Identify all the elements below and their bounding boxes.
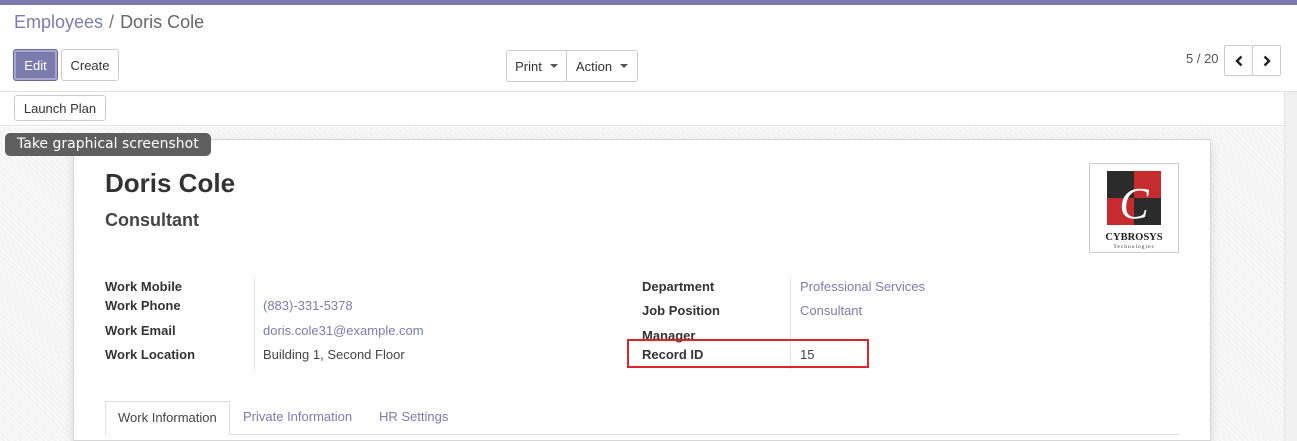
edit-button[interactable]: Edit bbox=[13, 49, 58, 81]
notebook-tabs: Work Information Private Information HR … bbox=[105, 401, 1179, 435]
job-position-link[interactable]: Consultant bbox=[800, 303, 862, 318]
screenshot-tooltip: Take graphical screenshot bbox=[5, 133, 211, 156]
work-location-value: Building 1, Second Floor bbox=[263, 347, 405, 362]
cybrosys-logo: C CYBROSYS Technologies bbox=[1105, 171, 1163, 250]
employee-name: Doris Cole bbox=[105, 168, 236, 198]
work-location-label: Work Location bbox=[105, 347, 196, 362]
action-dropdown[interactable]: Action bbox=[566, 50, 638, 82]
breadcrumb-employees-link[interactable]: Employees bbox=[14, 12, 103, 32]
action-label: Action bbox=[575, 58, 613, 74]
chevron-left-icon bbox=[1234, 55, 1242, 66]
breadcrumb-current: Doris Cole bbox=[120, 12, 205, 32]
work-email-link[interactable]: doris.cole31@example.com bbox=[263, 323, 424, 338]
pager-value: 5 / 20 bbox=[1186, 51, 1219, 66]
pager-next-button[interactable] bbox=[1252, 45, 1281, 76]
work-phone-label: Work Phone bbox=[105, 298, 181, 313]
work-email-label: Work Email bbox=[105, 323, 176, 338]
print-dropdown[interactable]: Print bbox=[506, 50, 567, 82]
record-id-highlight bbox=[627, 339, 869, 368]
tab-work-information[interactable]: Work Information bbox=[105, 401, 230, 435]
logo-brand: CYBROSYS bbox=[1105, 232, 1162, 243]
action-caret-icon bbox=[620, 64, 629, 68]
work-phone-link[interactable]: (883)-331-5378 bbox=[263, 298, 353, 313]
print-caret-icon bbox=[549, 64, 558, 68]
tab-private-information[interactable]: Private Information bbox=[231, 401, 364, 435]
job-position-label: Job Position bbox=[642, 303, 720, 318]
left-group-divider bbox=[254, 277, 255, 371]
chevron-right-icon bbox=[1263, 55, 1271, 66]
pager-previous-button[interactable] bbox=[1224, 45, 1253, 76]
work-mobile-label: Work Mobile bbox=[105, 279, 183, 294]
scrollbar[interactable] bbox=[1284, 92, 1297, 441]
employee-photo[interactable]: C CYBROSYS Technologies bbox=[1089, 163, 1179, 253]
breadcrumb-separator: / bbox=[109, 12, 115, 32]
launch-plan-button[interactable]: Launch Plan bbox=[14, 95, 106, 121]
form-statusbar bbox=[0, 92, 1284, 126]
employee-job-title: Consultant bbox=[105, 210, 199, 230]
create-button[interactable]: Create bbox=[61, 49, 119, 81]
logo-sub: Technologies bbox=[1113, 244, 1154, 250]
department-link[interactable]: Professional Services bbox=[800, 279, 925, 294]
breadcrumb: Employees / Doris Cole bbox=[14, 12, 204, 33]
print-label: Print bbox=[515, 58, 542, 74]
tab-hr-settings[interactable]: HR Settings bbox=[367, 401, 460, 435]
department-label: Department bbox=[642, 279, 715, 294]
logo-letter: C bbox=[1119, 179, 1149, 228]
